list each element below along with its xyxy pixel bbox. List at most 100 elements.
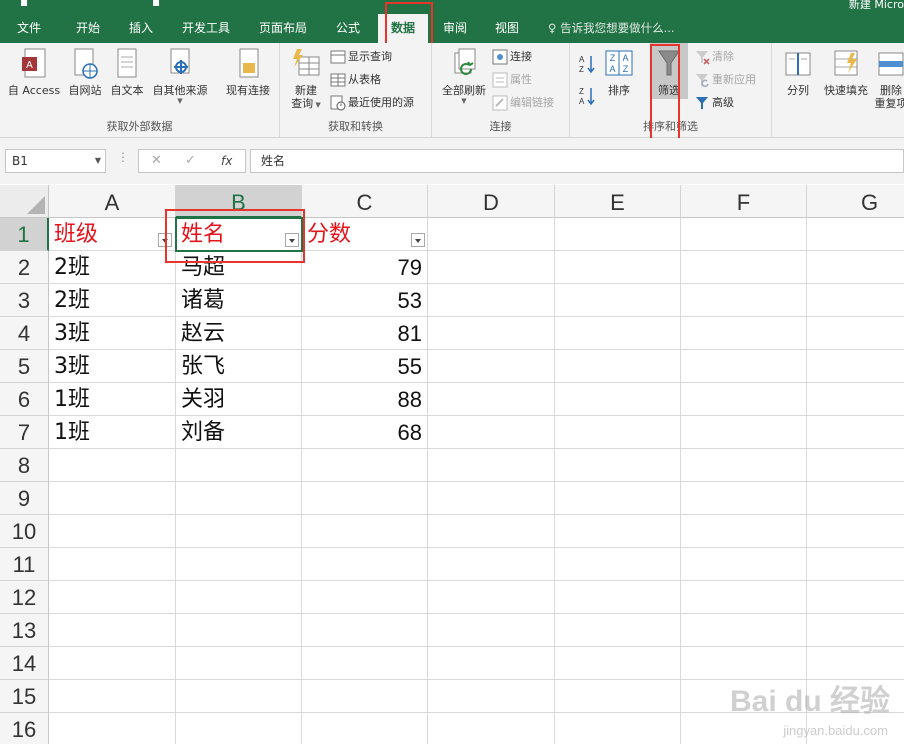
filter-button[interactable]: 筛选 <box>650 43 688 99</box>
empty-cell[interactable] <box>555 680 681 713</box>
table-cell[interactable]: 张飞 <box>176 350 302 383</box>
table-cell[interactable]: 马超 <box>176 251 302 284</box>
tab-home[interactable]: 开始 <box>64 14 112 43</box>
filter-dropdown-b[interactable] <box>285 233 299 247</box>
empty-cell[interactable] <box>428 383 555 416</box>
empty-cell[interactable] <box>49 581 176 614</box>
name-box[interactable]: B1 ▼ <box>5 149 106 173</box>
empty-cell[interactable] <box>807 218 904 251</box>
empty-cell[interactable] <box>555 251 681 284</box>
empty-cell[interactable] <box>555 416 681 449</box>
empty-cell[interactable] <box>681 350 807 383</box>
row-header-1[interactable]: 1 <box>0 218 49 251</box>
table-cell[interactable]: 81 <box>302 317 428 350</box>
empty-cell[interactable] <box>428 515 555 548</box>
formula-bar-splitter[interactable]: ⋮ <box>117 150 129 164</box>
empty-cell[interactable] <box>176 482 302 515</box>
table-cell[interactable]: 关羽 <box>176 383 302 416</box>
remove-duplicates-button[interactable]: 删除 重复项 <box>874 47 904 110</box>
row-header-9[interactable]: 9 <box>0 482 49 515</box>
empty-cell[interactable] <box>807 482 904 515</box>
empty-cell[interactable] <box>176 680 302 713</box>
empty-cell[interactable] <box>428 548 555 581</box>
empty-cell[interactable] <box>555 581 681 614</box>
row-header-2[interactable]: 2 <box>0 251 49 284</box>
from-other-sources-button[interactable]: 自其他来源 ▼ <box>148 47 212 105</box>
empty-cell[interactable] <box>807 383 904 416</box>
empty-cell[interactable] <box>555 383 681 416</box>
table-cell[interactable]: 3班 <box>49 350 176 383</box>
empty-cell[interactable] <box>555 515 681 548</box>
column-header-e[interactable]: E <box>555 185 681 218</box>
column-header-f[interactable]: F <box>681 185 807 218</box>
row-header-4[interactable]: 4 <box>0 317 49 350</box>
empty-cell[interactable] <box>807 581 904 614</box>
empty-cell[interactable] <box>49 515 176 548</box>
show-queries-button[interactable]: 显示查询 <box>330 47 392 67</box>
empty-cell[interactable] <box>302 449 428 482</box>
empty-cell[interactable] <box>49 548 176 581</box>
empty-cell[interactable] <box>555 350 681 383</box>
enter-check-icon[interactable]: ✓ <box>185 153 196 168</box>
empty-cell[interactable] <box>176 515 302 548</box>
insert-function-icon[interactable]: fx <box>221 154 232 168</box>
empty-cell[interactable] <box>428 317 555 350</box>
cell-b1[interactable]: 姓名 <box>176 218 302 251</box>
tab-view[interactable]: 视图 <box>486 14 528 43</box>
empty-cell[interactable] <box>681 284 807 317</box>
table-cell[interactable]: 刘备 <box>176 416 302 449</box>
row-header-6[interactable]: 6 <box>0 383 49 416</box>
empty-cell[interactable] <box>302 482 428 515</box>
properties-button[interactable]: 属性 <box>492 70 532 90</box>
empty-cell[interactable] <box>49 482 176 515</box>
table-cell[interactable]: 1班 <box>49 416 176 449</box>
text-to-columns-button[interactable]: 分列 <box>776 47 820 97</box>
row-header-8[interactable]: 8 <box>0 449 49 482</box>
sort-button[interactable]: ZAAZ 排序 <box>600 47 638 97</box>
empty-cell[interactable] <box>681 317 807 350</box>
empty-cell[interactable] <box>176 647 302 680</box>
empty-cell[interactable] <box>681 449 807 482</box>
table-cell[interactable]: 79 <box>302 251 428 284</box>
column-header-g[interactable]: G <box>807 185 904 218</box>
save-icon[interactable]: ▪ <box>20 0 28 9</box>
table-cell[interactable]: 2班 <box>49 284 176 317</box>
empty-cell[interactable] <box>302 680 428 713</box>
empty-cell[interactable] <box>555 548 681 581</box>
empty-cell[interactable] <box>555 317 681 350</box>
tab-developer[interactable]: 开发工具 <box>172 14 240 43</box>
empty-cell[interactable] <box>49 614 176 647</box>
from-access-button[interactable]: A 自 Access <box>4 47 64 97</box>
empty-cell[interactable] <box>302 548 428 581</box>
table-cell[interactable]: 53 <box>302 284 428 317</box>
empty-cell[interactable] <box>176 548 302 581</box>
row-header-12[interactable]: 12 <box>0 581 49 614</box>
empty-cell[interactable] <box>428 614 555 647</box>
table-cell[interactable]: 68 <box>302 416 428 449</box>
connections-button[interactable]: 连接 <box>492 47 532 67</box>
row-header-3[interactable]: 3 <box>0 284 49 317</box>
row-header-10[interactable]: 10 <box>0 515 49 548</box>
empty-cell[interactable] <box>681 251 807 284</box>
row-header-15[interactable]: 15 <box>0 680 49 713</box>
row-header-5[interactable]: 5 <box>0 350 49 383</box>
empty-cell[interactable] <box>807 317 904 350</box>
empty-cell[interactable] <box>681 383 807 416</box>
empty-cell[interactable] <box>428 218 555 251</box>
sort-descending-button[interactable]: ZA <box>578 85 598 106</box>
chevron-down-icon[interactable]: ▼ <box>95 150 101 172</box>
empty-cell[interactable] <box>555 614 681 647</box>
column-header-b[interactable]: B <box>176 185 302 218</box>
empty-cell[interactable] <box>176 581 302 614</box>
cancel-icon[interactable]: ✕ <box>151 153 162 168</box>
quick-access-icon[interactable]: ▪ <box>152 0 160 9</box>
column-header-a[interactable]: A <box>49 185 176 218</box>
empty-cell[interactable] <box>555 449 681 482</box>
tab-data[interactable]: 数据 <box>378 14 428 43</box>
empty-cell[interactable] <box>428 350 555 383</box>
empty-cell[interactable] <box>49 647 176 680</box>
empty-cell[interactable] <box>807 251 904 284</box>
row-header-14[interactable]: 14 <box>0 647 49 680</box>
tell-me-box[interactable]: ♀ 告诉我您想要做什么... <box>548 14 675 43</box>
empty-cell[interactable] <box>428 251 555 284</box>
